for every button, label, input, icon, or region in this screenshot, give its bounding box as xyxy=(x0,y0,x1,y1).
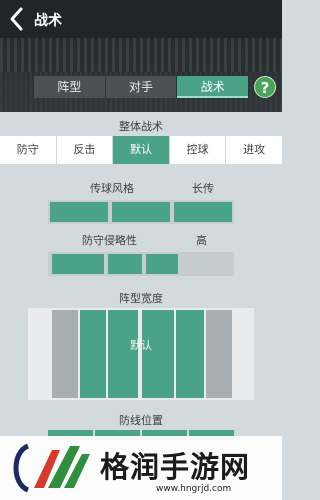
option-defend[interactable]: 防守 xyxy=(0,136,57,164)
overall-tactic-selector: 防守 反击 默认 控球 进攻 xyxy=(0,136,282,164)
watermark-url: www.hngrjd.com xyxy=(156,484,232,494)
slider-segment xyxy=(112,202,170,222)
help-button[interactable]: ? xyxy=(254,76,276,98)
tab-bar: 阵型 对手 战术 xyxy=(34,76,249,98)
back-button[interactable] xyxy=(6,6,28,32)
top-bar: 战术 xyxy=(0,0,282,38)
overall-tactic-title: 整体战术 xyxy=(119,120,163,133)
tab-opponent[interactable]: 对手 xyxy=(105,76,178,98)
tab-tactics[interactable]: 战术 xyxy=(177,76,249,98)
slider-segment xyxy=(174,202,232,222)
slider-segment xyxy=(52,254,104,274)
defensive-aggression-slider[interactable] xyxy=(48,252,234,276)
option-possession[interactable]: 控球 xyxy=(170,136,227,164)
slider-segment xyxy=(108,254,142,274)
passing-style-slider[interactable] xyxy=(48,200,234,224)
stadium-banner xyxy=(0,38,282,112)
page-title: 战术 xyxy=(34,13,62,29)
option-counter[interactable]: 反击 xyxy=(57,136,114,164)
defensive-line-title: 防线位置 xyxy=(119,414,163,427)
slider-segment xyxy=(50,202,108,222)
formation-width-selector[interactable]: 默认 xyxy=(28,308,254,400)
watermark-title: 格润手游网 xyxy=(100,450,251,484)
defensive-aggression-label: 防守侵略性 xyxy=(82,234,137,247)
passing-style-label: 传球风格 xyxy=(90,182,134,195)
chevron-left-icon xyxy=(10,7,23,31)
defensive-aggression-value: 高 xyxy=(196,234,207,247)
formation-width-title: 阵型宽度 xyxy=(119,292,163,305)
tab-formation[interactable]: 阵型 xyxy=(34,76,106,98)
option-attack[interactable]: 进攻 xyxy=(226,136,282,164)
slider-segment xyxy=(146,254,178,274)
formation-width-value: 默认 xyxy=(130,339,152,352)
passing-style-value: 长传 xyxy=(192,182,214,195)
watermark-banner: 格润手游网 www.hngrjd.com xyxy=(0,436,282,500)
option-default[interactable]: 默认 xyxy=(113,136,170,164)
watermark-logo-icon xyxy=(13,443,90,493)
